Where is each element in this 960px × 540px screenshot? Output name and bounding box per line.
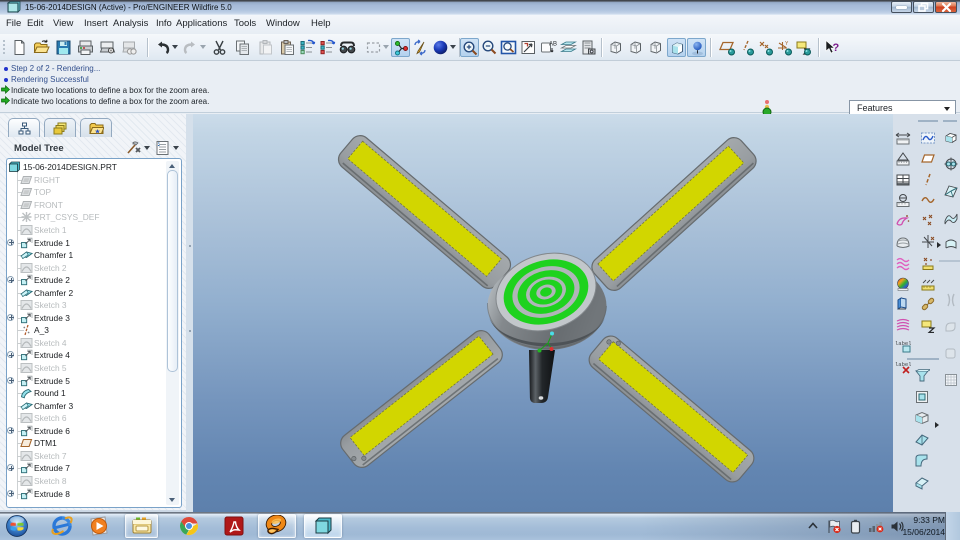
svg-text:Y: Y xyxy=(785,41,789,47)
svg-text:AB: AB xyxy=(549,42,557,48)
svg-text:?: ? xyxy=(833,42,840,54)
